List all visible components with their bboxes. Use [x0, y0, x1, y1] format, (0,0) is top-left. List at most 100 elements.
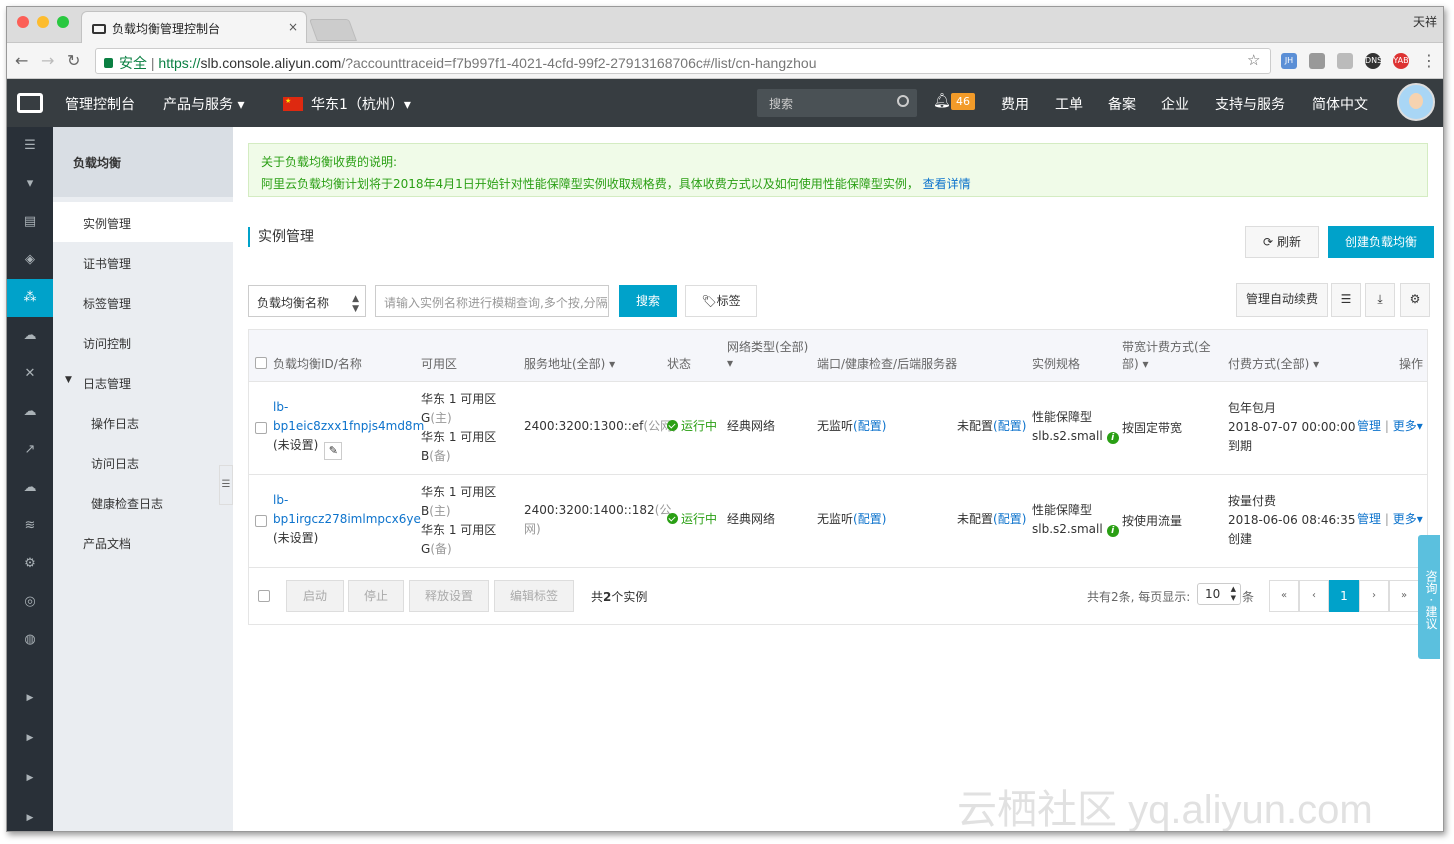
cdn-icon[interactable]: ☁ [7, 469, 53, 507]
manage-link[interactable]: 管理 [1357, 419, 1381, 433]
cloud-storage-icon[interactable]: ☁ [7, 393, 53, 431]
settings-icon[interactable]: ⚙ [7, 545, 53, 583]
sidebar-item-tags[interactable]: 标签管理 [53, 282, 233, 322]
configure-listener-link[interactable]: (配置) [853, 512, 886, 526]
aliyun-logo-icon[interactable] [17, 93, 43, 113]
sidebar-item-certificates[interactable]: 证书管理 [53, 242, 233, 282]
stop-button[interactable]: 停止 [348, 580, 404, 612]
sidebar-item-access-logs[interactable]: 访问日志 [53, 442, 233, 482]
sidebar-item-logs[interactable]: ▼ 日志管理 [53, 362, 233, 402]
col-bandwidth-l2[interactable]: 部) ▾ [1122, 355, 1149, 372]
database-icon[interactable]: ≋ [7, 507, 53, 545]
col-network-arrow[interactable]: ▾ [727, 356, 733, 370]
extension-yab-icon[interactable]: YAB [1393, 53, 1409, 69]
extension-jh-icon[interactable]: JH [1281, 53, 1297, 69]
ecs-icon[interactable]: ▤ [7, 203, 53, 241]
release-settings-button[interactable]: 释放设置 [409, 580, 489, 612]
configure-listener-link[interactable]: (配置) [853, 419, 886, 433]
tickets-link[interactable]: 工单 [1055, 94, 1083, 114]
slb-icon[interactable]: ⁂ [7, 279, 53, 317]
col-payment[interactable]: 付费方式(全部) ▾ [1228, 355, 1319, 372]
sidebar-item-operation-logs[interactable]: 操作日志 [53, 402, 233, 442]
instance-search-input[interactable]: 请输入实例名称进行模糊查询,多个按,分隔 [375, 285, 609, 317]
extension-image-icon[interactable] [1337, 53, 1353, 69]
support-link[interactable]: 支持与服务 [1215, 94, 1285, 114]
refresh-button[interactable]: ⟳ 刷新 [1245, 226, 1319, 258]
cloud-icon[interactable]: ☁ [7, 317, 53, 355]
sidebar-item-health-check-logs[interactable]: 健康检查日志 [53, 482, 233, 522]
filter-field-select[interactable]: 负载均衡名称 ▲ ▼ [248, 285, 366, 317]
last-page-button[interactable]: » [1389, 580, 1419, 612]
reload-icon[interactable]: ↻ [67, 51, 80, 70]
language-selector[interactable]: 简体中文 [1312, 94, 1368, 114]
footer-select-all-checkbox[interactable] [258, 590, 270, 602]
minimize-window-icon[interactable] [37, 16, 49, 28]
edit-name-icon[interactable]: ✎ [324, 442, 343, 460]
close-window-icon[interactable] [17, 16, 29, 28]
row-checkbox[interactable] [255, 515, 267, 527]
settings-gear-icon[interactable]: ⚙ [1400, 283, 1430, 317]
search-button[interactable]: 搜索 [619, 285, 677, 317]
more-menu[interactable]: 更多▾ [1393, 512, 1423, 526]
new-tab-button[interactable] [308, 19, 358, 41]
configure-backend-link[interactable]: (配置) [993, 512, 1026, 526]
browser-tab[interactable]: 负载均衡管理控制台 × [81, 11, 307, 43]
search-icon[interactable] [897, 95, 909, 107]
expand-arrow-icon[interactable]: ▶ [7, 679, 53, 717]
instance-id-prefix[interactable]: lb- [273, 398, 424, 417]
expand-arrow-icon[interactable]: ▶ [7, 719, 53, 757]
row-checkbox[interactable] [255, 422, 267, 434]
globe-icon[interactable]: ◍ [7, 621, 53, 659]
security-icon[interactable]: ◈ [7, 241, 53, 279]
col-network[interactable]: 网络类型(全部) [727, 338, 808, 355]
notice-details-link[interactable]: 查看详情 [923, 177, 971, 191]
expand-arrow-icon[interactable]: ▶ [7, 799, 53, 831]
region-selector[interactable]: 华东1（杭州）▾ [283, 94, 411, 114]
start-button[interactable]: 启动 [286, 580, 344, 612]
info-icon[interactable]: i [1106, 432, 1119, 444]
notification-count-badge[interactable]: 46 [951, 93, 975, 110]
list-view-icon[interactable]: ☰ [1331, 283, 1361, 317]
bell-icon[interactable]: 🔔︎ [933, 93, 951, 109]
instance-id[interactable]: bp1irgcz278imlmpcx6ye [273, 510, 421, 529]
billing-link[interactable]: 费用 [1001, 94, 1029, 114]
col-address[interactable]: 服务地址(全部) ▾ [524, 355, 615, 372]
forward-icon[interactable]: → [41, 51, 54, 70]
page-1-button[interactable]: 1 [1329, 580, 1359, 612]
auto-renew-button[interactable]: 管理自动续费 [1236, 283, 1328, 317]
icp-link[interactable]: 备案 [1108, 94, 1136, 114]
bookmark-star-icon[interactable]: ☆ [1247, 51, 1260, 69]
extension-dns-icon[interactable]: DNS [1365, 53, 1382, 69]
expand-arrow-icon[interactable]: ▶ [7, 759, 53, 797]
sidebar-item-instances[interactable]: 实例管理 [53, 202, 233, 242]
instance-id-prefix[interactable]: lb- [273, 491, 421, 510]
header-search[interactable]: 搜索 [757, 89, 917, 117]
export-icon[interactable]: ⤓ [1365, 283, 1395, 317]
configure-backend-link[interactable]: (配置) [993, 419, 1026, 433]
info-icon[interactable]: i [1106, 525, 1119, 537]
monitor-icon[interactable]: ↗ [7, 431, 53, 469]
sidebar-item-docs[interactable]: 产品文档 [53, 522, 233, 562]
tab-close-icon[interactable]: × [288, 20, 298, 34]
edit-tags-button[interactable]: 编辑标签 [494, 580, 574, 612]
feedback-tab[interactable]: 咨询 · 建议 [1418, 535, 1440, 659]
create-slb-button[interactable]: 创建负载均衡 [1328, 226, 1434, 258]
back-icon[interactable]: ← [15, 51, 28, 70]
page-size-select[interactable]: 10 ▲ ▼ [1197, 583, 1241, 605]
products-menu[interactable]: 产品与服务 ▾ [163, 94, 244, 114]
prev-page-button[interactable]: ‹ [1299, 580, 1329, 612]
enterprise-link[interactable]: 企业 [1161, 94, 1189, 114]
instance-id[interactable]: bp1eic8zxx1fnpjs4md8m [273, 417, 424, 436]
sidebar-collapse-handle[interactable]: ☰ [219, 465, 233, 505]
col-bandwidth[interactable]: 带宽计费方式(全 [1122, 338, 1211, 355]
collapse-arrow-icon[interactable]: ▾ [7, 165, 53, 203]
extension-reader-icon[interactable] [1309, 53, 1325, 69]
console-home-link[interactable]: 管理控制台 [65, 94, 135, 114]
sidebar-item-access-control[interactable]: 访问控制 [53, 322, 233, 362]
user-avatar[interactable] [1397, 83, 1435, 121]
profile-name[interactable]: 天祥 [1413, 13, 1437, 30]
manage-link[interactable]: 管理 [1357, 512, 1381, 526]
tag-filter-button[interactable]: 🏷︎标签 [685, 285, 757, 317]
url-field[interactable]: 安全 | https://slb.console.aliyun.com/?acc… [95, 48, 1271, 74]
browser-menu-icon[interactable]: ⋮ [1421, 51, 1437, 70]
